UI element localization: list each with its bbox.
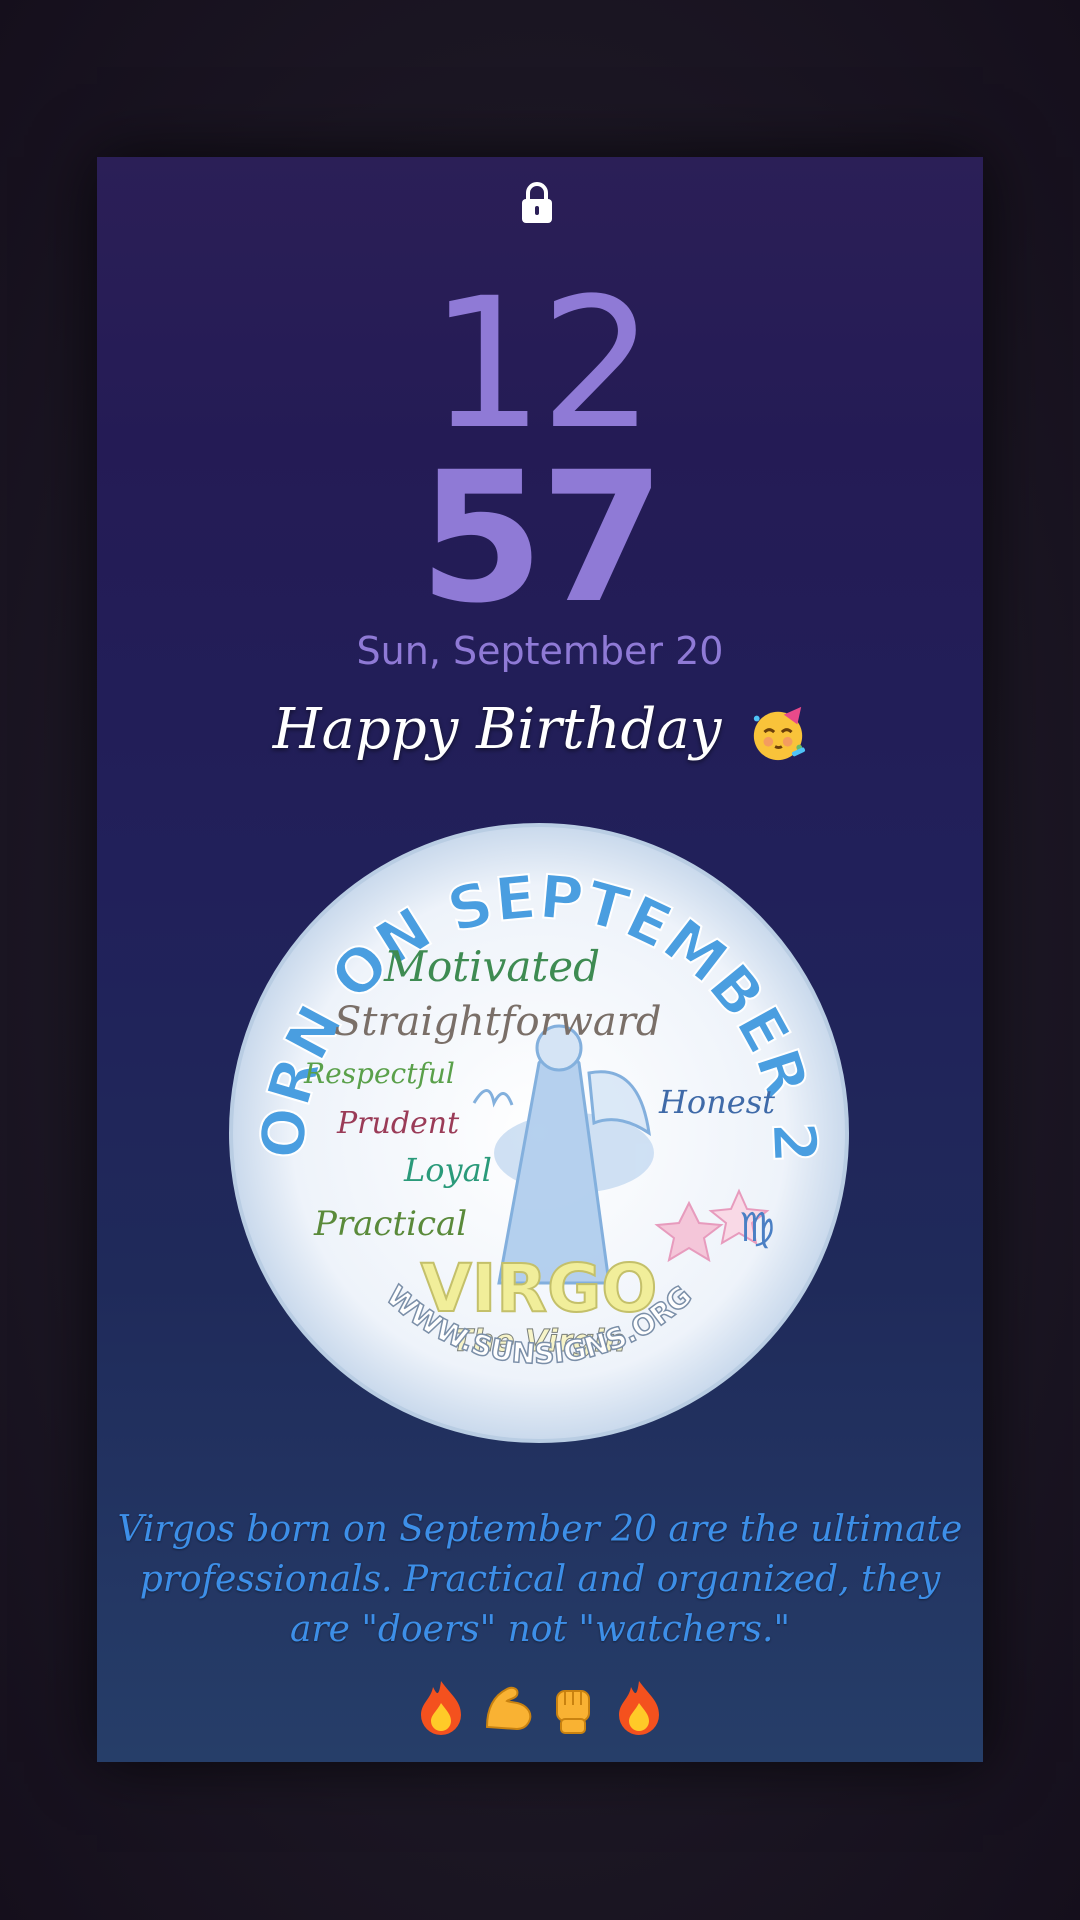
fire-emoji-icon [619, 1681, 659, 1735]
trait-motivated: Motivated [383, 942, 600, 991]
fire-emoji-icon [421, 1681, 461, 1735]
virgo-symbol-icon: ♍ [739, 1205, 775, 1251]
clock-minutes: 57 [418, 434, 666, 643]
trait-honest: Honest [658, 1083, 775, 1121]
party-face-emoji-icon [754, 706, 806, 760]
virgo-badge[interactable]: BORN ON SEPTEMBER 20 Motivated Straightf… [229, 823, 849, 1443]
trait-prudent: Prudent [336, 1106, 460, 1141]
lock-icon[interactable] [519, 181, 555, 225]
caption: Virgos born on September 20 are the ulti… [103, 1505, 977, 1655]
trait-practical: Practical [313, 1204, 467, 1244]
trait-straightforward: Straightforward [334, 999, 662, 1045]
caption-line-2: professionals. Practical and organized, … [139, 1559, 941, 1600]
caption-line-1: Virgos born on September 20 are the ulti… [117, 1509, 963, 1550]
flexed-biceps-emoji-icon [485, 1686, 532, 1731]
sign-name: VIRGO [421, 1250, 658, 1327]
trait-loyal: Loyal [403, 1151, 492, 1189]
clock-hours: 12 [429, 260, 654, 469]
trait-respectful: Respectful [303, 1057, 455, 1090]
date-label: Sun, September 20 [356, 629, 724, 673]
lockscreen: 12 57 Sun, September 20 Happy Birthday O… [97, 157, 983, 1762]
caption-line-3: are "doers" not "watchers." [289, 1609, 791, 1650]
greeting: Happy Birthday [97, 697, 983, 763]
raised-fist-emoji-icon [556, 1690, 590, 1734]
emoji-row [97, 1677, 983, 1737]
greeting-text: Happy Birthday [272, 697, 722, 762]
